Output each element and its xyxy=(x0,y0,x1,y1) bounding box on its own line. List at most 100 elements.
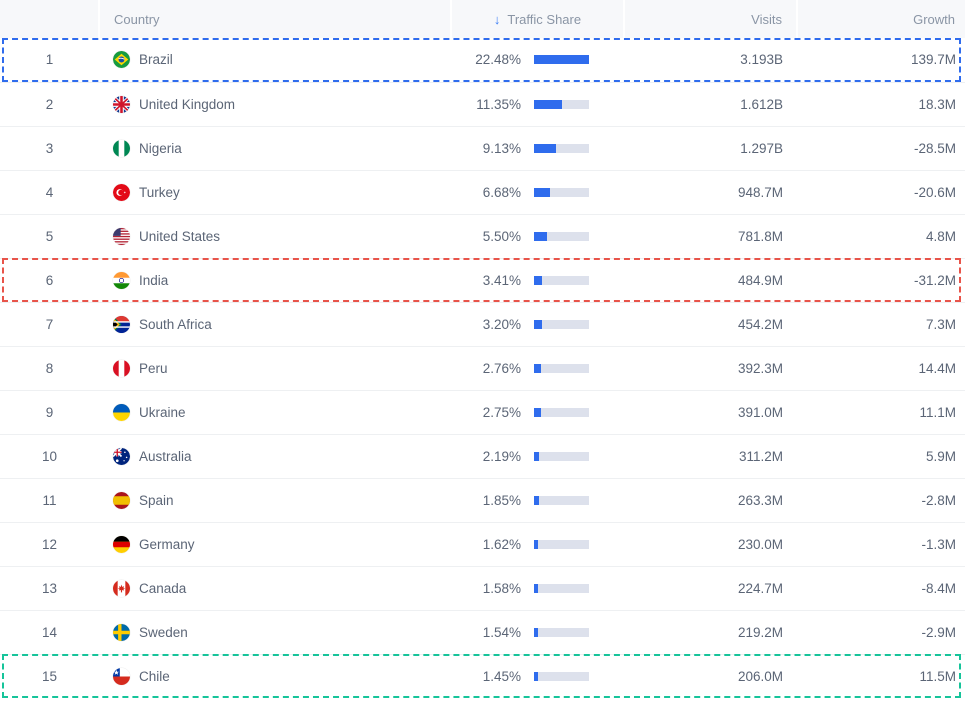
flag-gb-icon xyxy=(113,96,130,113)
traffic-share-value: 9.13% xyxy=(451,141,521,156)
traffic-share-bar-track xyxy=(534,584,589,593)
cell-growth: -1.3M xyxy=(797,522,965,566)
traffic-share-bar-fill xyxy=(534,232,547,241)
cell-visits: 781.8M xyxy=(624,214,797,258)
traffic-share-bar-fill xyxy=(534,496,539,505)
cell-rank: 12 xyxy=(0,522,99,566)
cell-traffic-share: 11.35% xyxy=(451,82,624,126)
table-row[interactable]: 5United States5.50%781.8M4.8M↑5.94% xyxy=(0,214,965,258)
traffic-share-bar-track xyxy=(534,320,589,329)
table-row[interactable]: 15Chile1.45%206.0M11.5M↑100.29% xyxy=(0,654,965,698)
traffic-share-bar-fill xyxy=(534,364,541,373)
cell-growth: 11.5M xyxy=(797,654,965,698)
cell-country[interactable]: South Africa xyxy=(99,302,451,346)
table-row[interactable]: 1Brazil22.48%3.193B139.7M↑75.17% xyxy=(0,38,965,82)
cell-country[interactable]: Germany xyxy=(99,522,451,566)
cell-growth: 7.3M xyxy=(797,302,965,346)
table-row[interactable]: 14Sweden1.54%219.2M-2.9M↓15.45% xyxy=(0,610,965,654)
traffic-share-bar-track xyxy=(534,672,589,681)
table-body: 1Brazil22.48%3.193B139.7M↑75.17%2United … xyxy=(0,38,965,698)
cell-country[interactable]: Spain xyxy=(99,478,451,522)
table-row[interactable]: 9Ukraine2.75%391.0M11.1M↑33.4% xyxy=(0,390,965,434)
column-header-visits[interactable]: Visits xyxy=(624,0,797,38)
cell-visits: 484.9M xyxy=(624,258,797,302)
traffic-share-value: 3.20% xyxy=(451,317,521,332)
traffic-share-value: 1.45% xyxy=(451,669,521,684)
table-row[interactable]: 10Australia2.19%311.2M5.9M↑24.86% xyxy=(0,434,965,478)
country-name: Spain xyxy=(139,493,174,508)
table-row[interactable]: 7South Africa3.20%454.2M7.3M↑20.02% xyxy=(0,302,965,346)
cell-rank: 6 xyxy=(0,258,99,302)
cell-country[interactable]: Australia xyxy=(99,434,451,478)
cell-rank: 11 xyxy=(0,478,99,522)
country-name: Nigeria xyxy=(139,141,182,156)
flag-cl-icon xyxy=(113,668,130,685)
cell-traffic-share: 3.20% xyxy=(451,302,624,346)
table-row[interactable]: 4Turkey6.68%948.7M-20.6M↓23.74% xyxy=(0,170,965,214)
column-header-traffic-share-label: Traffic Share xyxy=(507,12,581,27)
cell-traffic-share: 1.85% xyxy=(451,478,624,522)
country-name: United Kingdom xyxy=(139,97,235,112)
cell-growth: 4.8M xyxy=(797,214,965,258)
cell-visits: 263.3M xyxy=(624,478,797,522)
flag-br-icon xyxy=(113,51,130,68)
cell-country[interactable]: Brazil xyxy=(99,38,451,82)
column-header-traffic-share[interactable]: ↓ Traffic Share xyxy=(451,0,624,38)
traffic-share-bar-fill xyxy=(534,55,589,64)
cell-visits: 206.0M xyxy=(624,654,797,698)
traffic-share-bar-track xyxy=(534,364,589,373)
cell-traffic-share: 1.54% xyxy=(451,610,624,654)
cell-country[interactable]: Chile xyxy=(99,654,451,698)
column-header-growth[interactable]: Growth xyxy=(797,0,965,38)
column-header-country[interactable]: Country xyxy=(99,0,451,38)
cell-country[interactable]: United States xyxy=(99,214,451,258)
cell-country[interactable]: United Kingdom xyxy=(99,82,451,126)
table-row[interactable]: 11Spain1.85%263.3M-2.8M↓12.39% xyxy=(0,478,965,522)
flag-de-icon xyxy=(113,536,130,553)
traffic-share-bar-fill xyxy=(534,276,542,285)
cell-visits: 219.2M xyxy=(624,610,797,654)
cell-country[interactable]: Ukraine xyxy=(99,390,451,434)
flag-pe-icon xyxy=(113,360,130,377)
cell-country[interactable]: Nigeria xyxy=(99,126,451,170)
flag-ua-icon xyxy=(113,404,130,421)
traffic-share-value: 1.58% xyxy=(451,581,521,596)
traffic-share-bar-fill xyxy=(534,144,556,153)
traffic-share-bar-track xyxy=(534,408,589,417)
table-row[interactable]: 8Peru2.76%392.3M14.4M↑44.63% xyxy=(0,346,965,390)
table-row[interactable]: 12Germany1.62%230.0M-1.3M↓5.97% xyxy=(0,522,965,566)
cell-visits: 311.2M xyxy=(624,434,797,478)
cell-country[interactable]: Peru xyxy=(99,346,451,390)
column-header-rank[interactable] xyxy=(0,0,99,38)
cell-traffic-share: 9.13% xyxy=(451,126,624,170)
traffic-share-bar-track xyxy=(534,55,589,64)
cell-growth: 139.7M xyxy=(797,38,965,82)
cell-rank: 15 xyxy=(0,654,99,698)
country-name: South Africa xyxy=(139,317,212,332)
traffic-share-value: 11.35% xyxy=(451,97,521,112)
cell-traffic-share: 1.62% xyxy=(451,522,624,566)
country-traffic-table-panel: Country ↓ Traffic Share Visits Growth Ch… xyxy=(0,0,965,710)
traffic-share-bar-track xyxy=(534,188,589,197)
cell-visits: 3.193B xyxy=(624,38,797,82)
table-row[interactable]: 2United Kingdom11.35%1.612B18.3M↑14.8% xyxy=(0,82,965,126)
cell-country[interactable]: Sweden xyxy=(99,610,451,654)
table-row[interactable]: 3Nigeria9.13%1.297B-28.5M↓21.44% xyxy=(0,126,965,170)
cell-visits: 230.0M xyxy=(624,522,797,566)
table-row[interactable]: 13Canada1.58%224.7M-8.4M↓30.18% xyxy=(0,566,965,610)
table-row[interactable]: 6India3.41%484.9M-31.2M↓81.32% xyxy=(0,258,965,302)
country-name: Ukraine xyxy=(139,405,186,420)
traffic-share-value: 1.85% xyxy=(451,493,521,508)
cell-country[interactable]: Turkey xyxy=(99,170,451,214)
traffic-share-value: 2.19% xyxy=(451,449,521,464)
cell-visits: 1.297B xyxy=(624,126,797,170)
cell-country[interactable]: India xyxy=(99,258,451,302)
cell-country[interactable]: Canada xyxy=(99,566,451,610)
flag-es-icon xyxy=(113,492,130,509)
traffic-share-bar-track xyxy=(534,100,589,109)
traffic-share-bar-track xyxy=(534,232,589,241)
cell-traffic-share: 2.19% xyxy=(451,434,624,478)
cell-rank: 4 xyxy=(0,170,99,214)
traffic-share-bar-fill xyxy=(534,452,539,461)
flag-ca-icon xyxy=(113,580,130,597)
